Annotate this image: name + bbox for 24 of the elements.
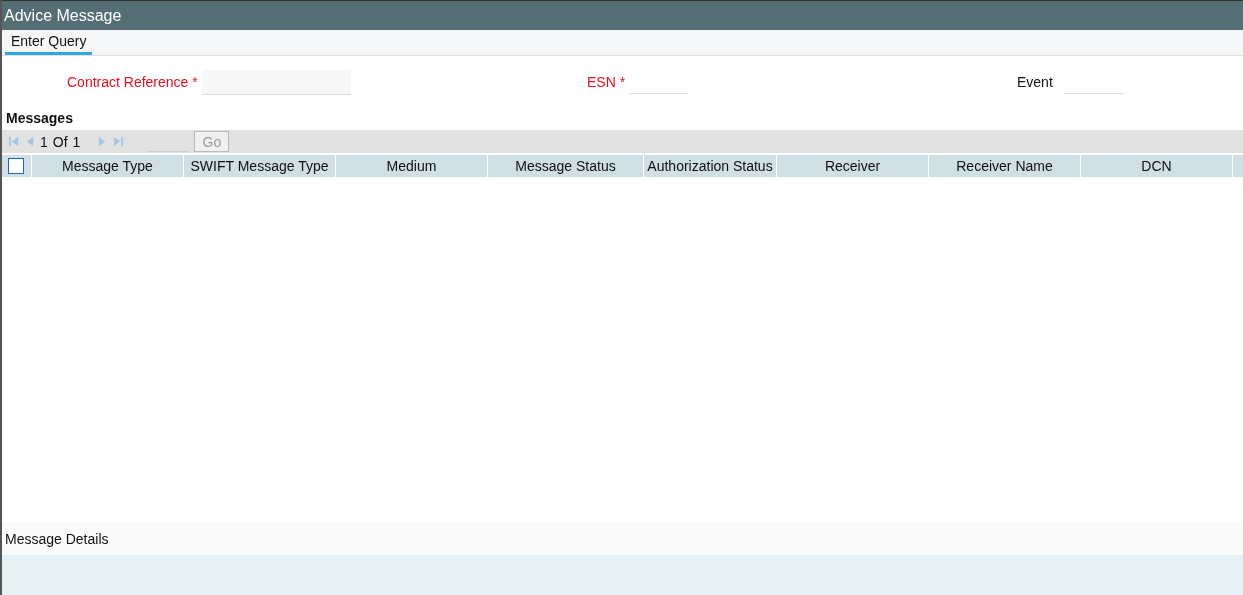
field-label: Contract Reference *	[67, 74, 198, 90]
column-header[interactable]: Message Type	[32, 155, 183, 177]
window-title: Advice Message	[4, 6, 122, 25]
column-header[interactable]: Medium	[336, 155, 487, 177]
column-header[interactable]: SWIFT Message Type	[184, 155, 335, 177]
table-header-cell	[1233, 155, 1243, 177]
column-header[interactable]: Authorization Status	[644, 155, 776, 177]
page-total: 1	[72, 133, 81, 150]
field-label: ESN *	[587, 74, 626, 90]
page-of-label: Of	[52, 133, 68, 150]
column-header[interactable]: Receiver	[777, 155, 928, 177]
select-all-checkbox[interactable]	[8, 158, 24, 174]
page-number: 1	[40, 133, 48, 150]
first-page-icon[interactable]	[8, 136, 19, 147]
previous-page-icon[interactable]	[24, 136, 35, 147]
query-tab[interactable]: Enter Query	[5, 33, 93, 55]
column-header[interactable]: Receiver Name	[929, 155, 1080, 177]
column-header[interactable]: Message Status	[488, 155, 643, 177]
column-header[interactable]: DCN	[1081, 155, 1232, 177]
section-title: Message Details	[5, 530, 109, 547]
input-field[interactable]	[201, 69, 351, 95]
field-label: Event	[1017, 74, 1053, 90]
section-title: Messages	[5, 109, 74, 128]
last-page-icon[interactable]	[113, 136, 125, 147]
